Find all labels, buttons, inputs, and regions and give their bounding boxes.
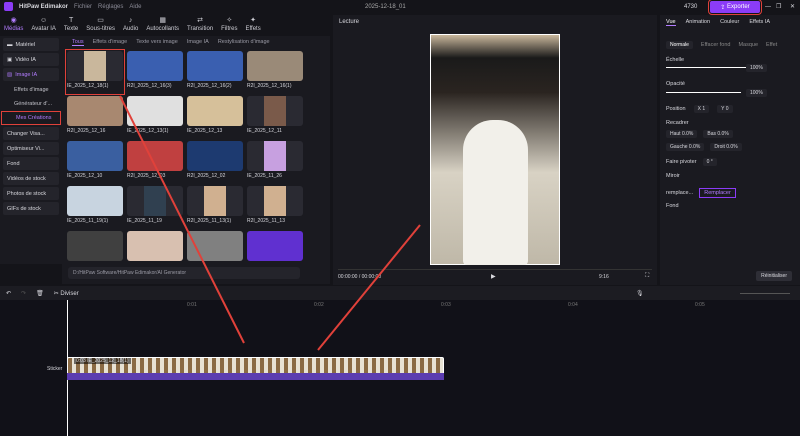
arrow-line [119,95,245,344]
annotation-arrows [119,95,421,351]
arrow-line [317,224,421,351]
